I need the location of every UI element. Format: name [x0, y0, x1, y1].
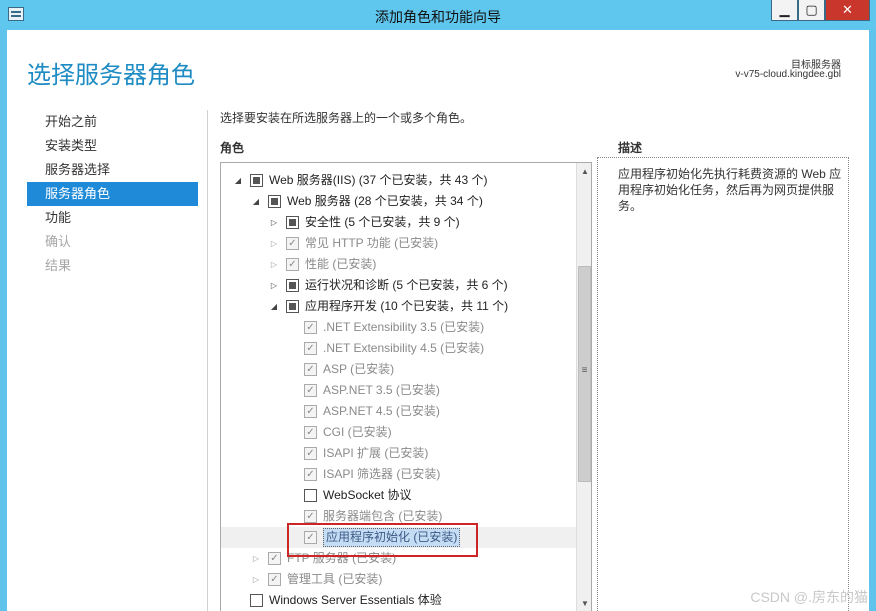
role-label: 安全性 (5 个已安装，共 9 个): [305, 215, 460, 229]
role-checkbox[interactable]: ✓: [304, 405, 317, 418]
role-checkbox[interactable]: ✓: [304, 342, 317, 355]
title-bar: 添加角色和功能向导 ▁ ▢ ✕: [0, 0, 876, 30]
page-title: 选择服务器角色: [27, 62, 195, 89]
role-checkbox[interactable]: ✓: [304, 447, 317, 460]
role-checkbox[interactable]: ✓: [304, 468, 317, 481]
role-tree-item[interactable]: ▷ ✓ 常见 HTTP 功能 (已安装): [221, 233, 577, 254]
role-tree-item[interactable]: ▷ ✓ 性能 (已安装): [221, 254, 577, 275]
wizard-nav: 开始之前 安装类型 服务器选择 服务器角色 功能确认结果: [27, 110, 198, 278]
nav-item[interactable]: 安装类型: [27, 134, 198, 158]
scroll-up-icon[interactable]: ▲: [577, 163, 591, 180]
role-checkbox[interactable]: [250, 174, 263, 187]
role-label: ASP.NET 4.5 (已安装): [323, 404, 440, 418]
nav-item[interactable]: 开始之前: [27, 110, 198, 134]
role-checkbox[interactable]: ✓: [304, 384, 317, 397]
roles-scrollbar[interactable]: ▲ ≡ ▼: [576, 163, 591, 611]
scroll-down-icon[interactable]: ▼: [577, 595, 591, 611]
role-checkbox[interactable]: [286, 216, 299, 229]
role-tree-item[interactable]: ◢ 应用程序开发 (10 个已安装，共 11 个): [221, 296, 577, 317]
role-label: 应用程序开发 (10 个已安装，共 11 个): [305, 299, 509, 313]
role-label: CGI (已安装): [323, 425, 392, 439]
role-label: .NET Extensibility 3.5 (已安装): [323, 320, 485, 334]
description-text: 应用程序初始化先执行耗费资源的 Web 应用程序初始化任务，然后再为网页提供服务…: [618, 167, 842, 213]
role-label: WebSocket 协议: [323, 488, 412, 502]
maximize-button[interactable]: ▢: [798, 0, 825, 21]
expand-arrow-icon[interactable]: ▷: [269, 233, 279, 254]
role-checkbox[interactable]: [250, 594, 263, 607]
minimize-button[interactable]: ▁: [771, 0, 798, 21]
role-label: Web 服务器(IIS) (37 个已安装，共 43 个): [269, 173, 488, 187]
role-checkbox[interactable]: [268, 195, 281, 208]
expand-arrow-icon[interactable]: ▷: [251, 569, 261, 590]
role-checkbox[interactable]: ✓: [304, 321, 317, 334]
highlight-box: [287, 523, 478, 557]
role-checkbox[interactable]: ✓: [286, 258, 299, 271]
role-label: ISAPI 扩展 (已安装): [323, 446, 429, 460]
role-tree-item[interactable]: Windows Server Essentials 体验: [221, 590, 577, 611]
instruction-text: 选择要安装在所选服务器上的一个或多个角色。: [220, 111, 473, 125]
expand-arrow-icon[interactable]: ▷: [269, 275, 279, 296]
role-tree-item[interactable]: ▷ ✓ 管理工具 (已安装): [221, 569, 577, 590]
role-tree-item[interactable]: ◢ Web 服务器(IIS) (37 个已安装，共 43 个): [221, 170, 577, 191]
role-label: ASP (已安装): [323, 362, 395, 376]
expand-arrow-icon[interactable]: ▷: [269, 212, 279, 233]
watermark: CSDN @.房东的猫: [750, 589, 868, 605]
role-tree-item[interactable]: ✓ ISAPI 筛选器 (已安装): [221, 464, 577, 485]
description-header: 描述: [618, 141, 643, 155]
nav-item[interactable]: 服务器选择: [27, 158, 198, 182]
role-label: ASP.NET 3.5 (已安装): [323, 383, 440, 397]
role-checkbox[interactable]: ✓: [304, 510, 317, 523]
collapse-arrow-icon[interactable]: ◢: [233, 170, 243, 191]
role-checkbox[interactable]: ✓: [268, 552, 281, 565]
role-tree-item[interactable]: ✓ ISAPI 扩展 (已安装): [221, 443, 577, 464]
role-checkbox[interactable]: ✓: [286, 237, 299, 250]
role-tree-item[interactable]: ✓ .NET Extensibility 4.5 (已安装): [221, 338, 577, 359]
role-checkbox[interactable]: [304, 489, 317, 502]
role-label: ISAPI 筛选器 (已安装): [323, 467, 441, 481]
window-title: 添加角色和功能向导: [375, 9, 501, 25]
roles-header: 角色: [220, 141, 245, 155]
role-tree-item[interactable]: ✓ ASP.NET 3.5 (已安装): [221, 380, 577, 401]
role-label: 运行状况和诊断 (5 个已安装，共 6 个): [305, 278, 508, 292]
role-label: 管理工具 (已安装): [287, 572, 383, 586]
expand-arrow-icon[interactable]: ▷: [269, 254, 279, 275]
role-label: 常见 HTTP 功能 (已安装): [305, 236, 439, 250]
role-tree-item[interactable]: ✓ ASP (已安装): [221, 359, 577, 380]
scroll-grip-icon: ≡: [581, 365, 588, 376]
nav-item[interactable]: 服务器角色: [27, 182, 198, 206]
scroll-thumb[interactable]: ≡: [578, 266, 591, 482]
role-label: Web 服务器 (28 个已安装，共 34 个): [287, 194, 483, 208]
role-label: .NET Extensibility 4.5 (已安装): [323, 341, 485, 355]
role-tree-item[interactable]: ▷ 安全性 (5 个已安装，共 9 个): [221, 212, 577, 233]
target-server-name: v-v75-cloud.kingdee.gbl: [735, 69, 841, 80]
role-tree-item[interactable]: ✓ ASP.NET 4.5 (已安装): [221, 401, 577, 422]
collapse-arrow-icon[interactable]: ◢: [251, 191, 261, 212]
role-checkbox[interactable]: ✓: [304, 426, 317, 439]
role-checkbox[interactable]: ✓: [304, 363, 317, 376]
nav-item[interactable]: 功能: [27, 206, 198, 230]
collapse-arrow-icon[interactable]: ◢: [269, 296, 279, 317]
expand-arrow-icon[interactable]: ▷: [251, 548, 261, 569]
role-tree-item[interactable]: ✓ CGI (已安装): [221, 422, 577, 443]
role-checkbox[interactable]: [286, 279, 299, 292]
role-checkbox[interactable]: [286, 300, 299, 313]
wizard-window: 选择服务器角色 目标服务器 v-v75-cloud.kingdee.gbl 开始…: [7, 30, 869, 611]
role-label: Windows Server Essentials 体验: [269, 593, 442, 607]
nav-divider: [207, 110, 208, 611]
role-checkbox[interactable]: ✓: [268, 573, 281, 586]
nav-item: 确认: [45, 234, 72, 249]
close-button[interactable]: ✕: [825, 0, 870, 21]
role-tree-item[interactable]: WebSocket 协议: [221, 485, 577, 506]
role-tree-item[interactable]: ✓ .NET Extensibility 3.5 (已安装): [221, 317, 577, 338]
description-panel: 应用程序初始化先执行耗费资源的 Web 应用程序初始化任务，然后再为网页提供服务…: [597, 157, 849, 611]
role-label: 性能 (已安装): [305, 257, 377, 271]
role-tree-item[interactable]: ▷ 运行状况和诊断 (5 个已安装，共 6 个): [221, 275, 577, 296]
nav-item: 结果: [45, 258, 72, 273]
role-tree-item[interactable]: ◢ Web 服务器 (28 个已安装，共 34 个): [221, 191, 577, 212]
